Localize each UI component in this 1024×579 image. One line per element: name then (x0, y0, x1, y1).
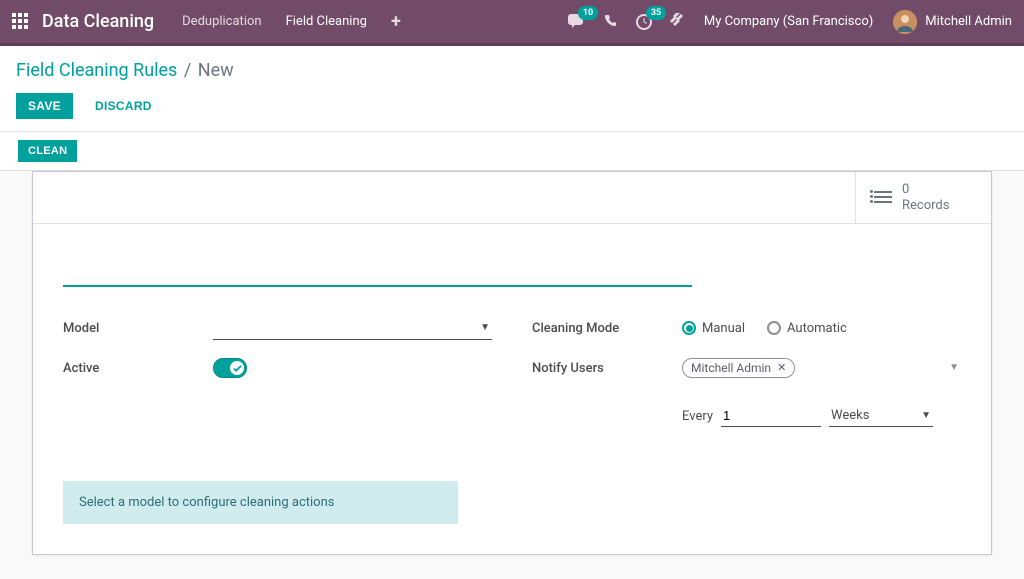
every-label: Every (682, 409, 713, 424)
active-label: Active (63, 361, 213, 376)
notify-users-label: Notify Users (532, 361, 682, 376)
chevron-down-icon: ▼ (921, 410, 931, 421)
breadcrumb-current: New (198, 60, 234, 81)
records-label: Records (902, 198, 949, 214)
user-tag: Mitchell Admin ✕ (682, 358, 795, 378)
notify-users-input[interactable]: Mitchell Admin ✕ ▼ (682, 358, 961, 379)
company-switcher[interactable]: My Company (San Francisco) (704, 14, 873, 29)
save-button[interactable]: SAVE (16, 93, 73, 119)
list-icon (874, 191, 892, 204)
breadcrumb-parent[interactable]: Field Cleaning Rules (16, 60, 177, 81)
nav-field-cleaning[interactable]: Field Cleaning (286, 14, 367, 29)
clean-button[interactable]: CLEAN (18, 140, 77, 162)
remove-tag-icon[interactable]: ✕ (777, 361, 786, 374)
records-stat-button[interactable]: 0 Records (855, 172, 991, 223)
model-label: Model (63, 321, 213, 336)
new-tab-icon[interactable]: + (391, 11, 401, 32)
nav-deduplication[interactable]: Deduplication (182, 14, 261, 29)
discard-button[interactable]: DISCARD (83, 93, 164, 119)
activities-icon[interactable]: 35 (636, 14, 652, 30)
active-toggle[interactable] (213, 358, 247, 378)
interval-unit-select[interactable]: Weeks ▼ (829, 405, 933, 427)
radio-automatic[interactable]: Automatic (767, 321, 847, 336)
activities-badge: 35 (646, 6, 666, 20)
records-count: 0 (902, 182, 949, 198)
name-input[interactable] (63, 248, 692, 287)
messages-badge: 10 (578, 6, 598, 20)
radio-manual[interactable]: Manual (682, 321, 745, 336)
app-title[interactable]: Data Cleaning (42, 11, 154, 32)
chevron-down-icon: ▼ (949, 362, 959, 373)
apps-icon[interactable] (12, 13, 30, 31)
tools-icon[interactable] (670, 13, 684, 31)
info-notice: Select a model to configure cleaning act… (63, 481, 458, 524)
interval-number-input[interactable] (721, 405, 821, 427)
model-select[interactable]: ▼ (213, 316, 492, 340)
phone-icon[interactable] (604, 13, 618, 31)
chevron-down-icon: ▼ (480, 322, 490, 333)
avatar (893, 10, 917, 34)
breadcrumb: Field Cleaning Rules / New (16, 60, 1008, 81)
messages-icon[interactable]: 10 (568, 14, 586, 30)
cleaning-mode-label: Cleaning Mode (532, 321, 682, 336)
user-name: Mitchell Admin (925, 14, 1012, 29)
user-menu[interactable]: Mitchell Admin (893, 10, 1012, 34)
